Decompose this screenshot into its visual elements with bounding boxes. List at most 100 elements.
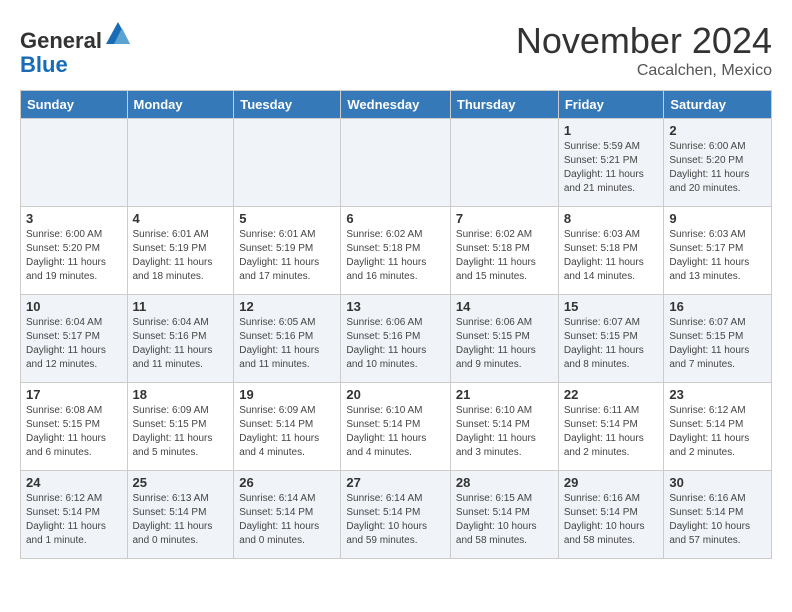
calendar-day-cell: 21 Sunrise: 6:10 AM Sunset: 5:14 PM Dayli… [450,383,558,471]
day-number: 19 [239,387,335,402]
weekday-header-row: SundayMondayTuesdayWednesdayThursdayFrid… [21,91,772,119]
day-info: Sunrise: 6:10 AM Sunset: 5:14 PM Dayligh… [346,404,445,460]
day-number: 3 [26,211,122,226]
calendar-day-cell: 8Sunrise: 6:03 AM Sunset: 5:18 PM Daylig… [558,207,664,295]
day-info: Sunrise: 6:01 AM Sunset: 5:19 PM Dayligh… [133,228,229,284]
calendar-day-cell: 12Sunrise: 6:05 AM Sunset: 5:16 PM Dayli… [234,295,341,383]
calendar-day-cell [21,119,128,207]
day-number: 29 [564,475,659,490]
day-number: 25 [133,475,229,490]
day-info: Sunrise: 6:15 AM Sunset: 5:14 PM Dayligh… [456,492,553,548]
calendar-day-cell: 18Sunrise: 6:09 AM Sunset: 5:15 PM Dayli… [127,383,234,471]
calendar-day-cell: 16Sunrise: 6:07 AM Sunset: 5:15 PM Dayli… [664,295,772,383]
calendar-week-row: 1Sunrise: 5:59 AM Sunset: 5:21 PM Daylig… [21,119,772,207]
calendar-day-cell: 2 Sunrise: 6:00 AM Sunset: 5:20 PM Daylig… [664,119,772,207]
day-number: 15 [564,299,659,314]
calendar-day-cell: 17 Sunrise: 6:08 AM Sunset: 5:15 PM Dayli… [21,383,128,471]
day-number: 23 [669,387,766,402]
day-info: Sunrise: 6:10 AM Sunset: 5:14 PM Dayligh… [456,404,553,460]
calendar-day-cell: 14 Sunrise: 6:06 AM Sunset: 5:15 PM Dayli… [450,295,558,383]
calendar-day-cell: 6 Sunrise: 6:02 AM Sunset: 5:18 PM Daylig… [341,207,451,295]
calendar-day-cell: 24 Sunrise: 6:12 AM Sunset: 5:14 PM Dayli… [21,471,128,559]
weekday-header-saturday: Saturday [664,91,772,119]
day-info: Sunrise: 6:02 AM Sunset: 5:18 PM Dayligh… [346,228,445,284]
calendar-week-row: 10 Sunrise: 6:04 AM Sunset: 5:17 PM Dayli… [21,295,772,383]
day-info: Sunrise: 6:06 AM Sunset: 5:15 PM Dayligh… [456,316,553,372]
calendar-day-cell [450,119,558,207]
day-info: Sunrise: 6:00 AM Sunset: 5:20 PM Dayligh… [669,140,766,196]
day-info: Sunrise: 6:09 AM Sunset: 5:14 PM Dayligh… [239,404,335,460]
month-title: November 2024 [516,20,772,62]
calendar-day-cell: 1Sunrise: 5:59 AM Sunset: 5:21 PM Daylig… [558,119,664,207]
day-number: 20 [346,387,445,402]
day-number: 28 [456,475,553,490]
day-number: 21 [456,387,553,402]
day-info: Sunrise: 6:14 AM Sunset: 5:14 PM Dayligh… [239,492,335,548]
title-block: November 2024 Cacalchen, Mexico [516,20,772,80]
calendar-week-row: 17 Sunrise: 6:08 AM Sunset: 5:15 PM Dayli… [21,383,772,471]
weekday-header-sunday: Sunday [21,91,128,119]
logo-general: General [20,28,102,53]
calendar-day-cell: 23 Sunrise: 6:12 AM Sunset: 5:14 PM Dayli… [664,383,772,471]
calendar-table: SundayMondayTuesdayWednesdayThursdayFrid… [20,90,772,559]
calendar-day-cell: 11Sunrise: 6:04 AM Sunset: 5:16 PM Dayli… [127,295,234,383]
calendar-day-cell [341,119,451,207]
calendar-day-cell: 19 Sunrise: 6:09 AM Sunset: 5:14 PM Dayli… [234,383,341,471]
calendar-day-cell: 7 Sunrise: 6:02 AM Sunset: 5:18 PM Daylig… [450,207,558,295]
day-info: Sunrise: 6:01 AM Sunset: 5:19 PM Dayligh… [239,228,335,284]
day-number: 5 [239,211,335,226]
day-number: 12 [239,299,335,314]
calendar-day-cell: 5 Sunrise: 6:01 AM Sunset: 5:19 PM Daylig… [234,207,341,295]
calendar-day-cell: 26 Sunrise: 6:14 AM Sunset: 5:14 PM Dayli… [234,471,341,559]
logo: General Blue [20,20,132,77]
calendar-day-cell: 25 Sunrise: 6:13 AM Sunset: 5:14 PM Dayli… [127,471,234,559]
calendar-day-cell: 10 Sunrise: 6:04 AM Sunset: 5:17 PM Dayli… [21,295,128,383]
day-number: 7 [456,211,553,226]
day-info: Sunrise: 6:12 AM Sunset: 5:14 PM Dayligh… [669,404,766,460]
weekday-header-tuesday: Tuesday [234,91,341,119]
day-number: 14 [456,299,553,314]
weekday-header-wednesday: Wednesday [341,91,451,119]
day-info: Sunrise: 6:16 AM Sunset: 5:14 PM Dayligh… [564,492,659,548]
calendar-day-cell: 29 Sunrise: 6:16 AM Sunset: 5:14 PM Dayli… [558,471,664,559]
weekday-header-friday: Friday [558,91,664,119]
day-number: 6 [346,211,445,226]
day-info: Sunrise: 6:06 AM Sunset: 5:16 PM Dayligh… [346,316,445,372]
calendar-day-cell: 4Sunrise: 6:01 AM Sunset: 5:19 PM Daylig… [127,207,234,295]
day-number: 1 [564,123,659,138]
day-number: 10 [26,299,122,314]
day-number: 17 [26,387,122,402]
day-number: 26 [239,475,335,490]
day-number: 13 [346,299,445,314]
day-info: Sunrise: 6:03 AM Sunset: 5:18 PM Dayligh… [564,228,659,284]
day-info: Sunrise: 6:02 AM Sunset: 5:18 PM Dayligh… [456,228,553,284]
calendar-day-cell: 13 Sunrise: 6:06 AM Sunset: 5:16 PM Dayli… [341,295,451,383]
day-info: Sunrise: 6:12 AM Sunset: 5:14 PM Dayligh… [26,492,122,548]
calendar-week-row: 3 Sunrise: 6:00 AM Sunset: 5:20 PM Daylig… [21,207,772,295]
day-number: 11 [133,299,229,314]
day-number: 16 [669,299,766,314]
day-info: Sunrise: 6:13 AM Sunset: 5:14 PM Dayligh… [133,492,229,548]
day-number: 24 [26,475,122,490]
day-info: Sunrise: 6:11 AM Sunset: 5:14 PM Dayligh… [564,404,659,460]
day-info: Sunrise: 6:08 AM Sunset: 5:15 PM Dayligh… [26,404,122,460]
calendar-day-cell: 27 Sunrise: 6:14 AM Sunset: 5:14 PM Dayli… [341,471,451,559]
calendar-day-cell: 9Sunrise: 6:03 AM Sunset: 5:17 PM Daylig… [664,207,772,295]
day-number: 30 [669,475,766,490]
day-info: Sunrise: 6:00 AM Sunset: 5:20 PM Dayligh… [26,228,122,284]
day-info: Sunrise: 6:14 AM Sunset: 5:14 PM Dayligh… [346,492,445,548]
day-number: 27 [346,475,445,490]
location: Cacalchen, Mexico [516,62,772,80]
calendar-day-cell: 15Sunrise: 6:07 AM Sunset: 5:15 PM Dayli… [558,295,664,383]
day-info: Sunrise: 6:04 AM Sunset: 5:17 PM Dayligh… [26,316,122,372]
day-info: Sunrise: 6:09 AM Sunset: 5:15 PM Dayligh… [133,404,229,460]
calendar-day-cell: 20 Sunrise: 6:10 AM Sunset: 5:14 PM Dayli… [341,383,451,471]
calendar-day-cell: 28 Sunrise: 6:15 AM Sunset: 5:14 PM Dayli… [450,471,558,559]
calendar-week-row: 24 Sunrise: 6:12 AM Sunset: 5:14 PM Dayli… [21,471,772,559]
day-number: 2 [669,123,766,138]
day-number: 22 [564,387,659,402]
day-info: Sunrise: 6:03 AM Sunset: 5:17 PM Dayligh… [669,228,766,284]
weekday-header-monday: Monday [127,91,234,119]
page-header: General Blue November 2024 Cacalchen, Me… [20,20,772,80]
weekday-header-thursday: Thursday [450,91,558,119]
